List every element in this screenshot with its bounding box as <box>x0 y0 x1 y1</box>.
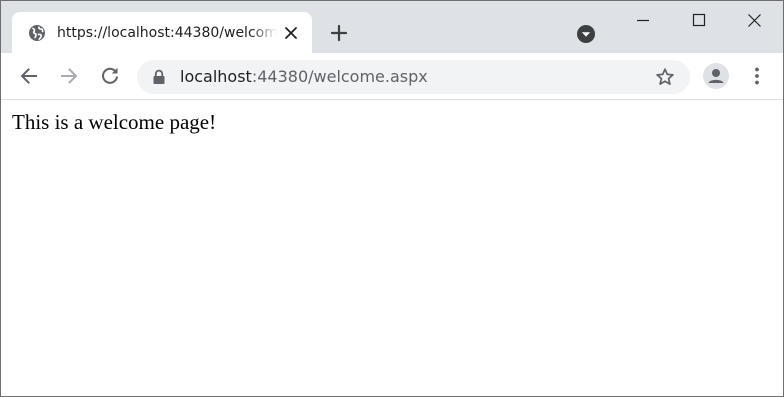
close-icon <box>748 14 761 27</box>
url-host: localhost <box>180 67 252 86</box>
address-bar[interactable]: localhost:44380/welcome.aspx <box>137 60 690 94</box>
close-window-button[interactable] <box>727 1 783 39</box>
welcome-text: This is a welcome page! <box>12 110 217 134</box>
tab-search-chevron-icon[interactable] <box>576 24 596 44</box>
reload-icon[interactable] <box>98 64 122 88</box>
active-tab[interactable]: https://localhost:44380/welcome.aspx <box>12 12 312 53</box>
bookmark-star-icon[interactable] <box>655 67 675 87</box>
browser-toolbar: localhost:44380/welcome.aspx <box>1 53 783 100</box>
lock-icon[interactable] <box>152 69 166 85</box>
globe-icon <box>28 24 46 42</box>
tab-title: https://localhost:44380/welcome.aspx <box>57 25 277 41</box>
browser-window: https://localhost:44380/welcome.aspx <box>0 0 784 397</box>
url-path: :44380/welcome.aspx <box>251 67 428 86</box>
more-menu-icon[interactable] <box>747 66 767 86</box>
page-content: This is a welcome page! <box>1 100 783 396</box>
back-arrow-icon[interactable] <box>17 64 41 88</box>
url-text[interactable]: localhost:44380/welcome.aspx <box>180 67 428 87</box>
profile-avatar-icon[interactable] <box>703 63 729 89</box>
minimize-button[interactable] <box>615 1 671 39</box>
tab-strip: https://localhost:44380/welcome.aspx <box>1 1 783 53</box>
new-tab-plus-icon[interactable] <box>328 22 350 44</box>
tab-close-icon[interactable] <box>283 25 299 41</box>
forward-arrow-icon[interactable] <box>57 64 81 88</box>
minimize-icon <box>637 19 649 22</box>
maximize-button[interactable] <box>671 1 727 39</box>
maximize-icon <box>692 13 706 27</box>
